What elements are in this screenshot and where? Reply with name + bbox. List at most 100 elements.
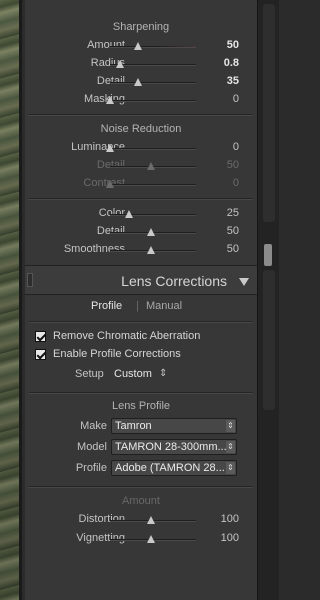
model-field-row: Model TAMRON 28-300mm... ⇕ bbox=[25, 439, 257, 457]
slider-value[interactable]: 0.8 bbox=[224, 57, 239, 69]
slider-track[interactable] bbox=[110, 42, 196, 50]
up-down-arrows-icon[interactable]: ⇕ bbox=[159, 368, 167, 379]
slider-track[interactable] bbox=[110, 535, 196, 543]
make-value: Tamron bbox=[115, 420, 152, 432]
slider-track[interactable] bbox=[110, 78, 196, 86]
scrollbar-track-lower bbox=[263, 270, 275, 410]
lens-corrections-header[interactable]: Lens Corrections bbox=[25, 265, 257, 295]
make-field-row: Make Tamron ⇕ bbox=[25, 418, 257, 436]
slider-label: Contrast bbox=[83, 177, 125, 189]
slider-value[interactable]: 100 bbox=[221, 532, 239, 544]
checkbox-label[interactable]: Remove Chromatic Aberration bbox=[53, 330, 200, 342]
slider-value[interactable]: 50 bbox=[227, 225, 239, 237]
scrollbar-thumb[interactable] bbox=[264, 244, 272, 266]
photo-preview-edge bbox=[0, 0, 22, 600]
slider-value[interactable]: 0 bbox=[233, 93, 239, 105]
check-icon[interactable] bbox=[35, 331, 46, 342]
slider-thumb[interactable] bbox=[147, 228, 156, 236]
up-down-arrows-icon[interactable]: ⇕ bbox=[226, 420, 235, 432]
slider-label: Detail bbox=[96, 75, 125, 87]
slider-track[interactable] bbox=[106, 96, 196, 104]
slider-thumb[interactable] bbox=[106, 144, 114, 152]
slider-value[interactable]: 100 bbox=[221, 513, 239, 525]
slider-row-color-detail[interactable]: Detail 50 bbox=[25, 225, 257, 239]
lens-corrections-title[interactable]: Lens Corrections bbox=[121, 273, 227, 289]
slider-label: Detail bbox=[96, 159, 125, 171]
panel-toggle-icon[interactable] bbox=[27, 273, 33, 287]
make-dropdown[interactable]: Tamron ⇕ bbox=[111, 418, 237, 434]
slider-thumb[interactable] bbox=[106, 96, 114, 104]
section-divider bbox=[29, 486, 253, 487]
tab-manual[interactable]: Manual bbox=[146, 300, 182, 312]
slider-label: Detail bbox=[96, 225, 125, 237]
slider-value: 0 bbox=[232, 177, 239, 189]
model-value: TAMRON 28-300mm... bbox=[115, 441, 227, 453]
slider-thumb[interactable] bbox=[134, 78, 143, 86]
check-icon[interactable] bbox=[35, 349, 46, 360]
slider-label: Masking bbox=[84, 93, 125, 105]
model-dropdown[interactable]: TAMRON 28-300mm... ⇕ bbox=[111, 439, 237, 455]
slider-thumb[interactable] bbox=[147, 516, 156, 524]
amount-title: Amount bbox=[122, 495, 160, 507]
section-divider bbox=[29, 321, 253, 322]
checkbox-label[interactable]: Enable Profile Corrections bbox=[53, 348, 181, 360]
slider-thumb[interactable] bbox=[133, 42, 142, 50]
section-divider bbox=[29, 392, 253, 393]
slider-value[interactable]: 25 bbox=[227, 207, 239, 219]
slider-row-luminance[interactable]: Luminance 0 bbox=[25, 141, 257, 155]
tab-separator: | bbox=[136, 300, 139, 312]
slider-row-radius[interactable]: Radius 0.8 bbox=[25, 57, 257, 71]
slider-track[interactable] bbox=[110, 60, 196, 68]
profile-label: Profile bbox=[75, 462, 107, 474]
slider-row-vignetting[interactable]: Vignetting 100 bbox=[25, 532, 257, 546]
slider-label: Vignetting bbox=[76, 532, 125, 544]
slider-thumb[interactable] bbox=[147, 246, 156, 254]
slider-track[interactable] bbox=[106, 144, 196, 152]
up-down-arrows-icon[interactable]: ⇕ bbox=[226, 462, 235, 474]
slider-label: Color bbox=[98, 207, 125, 219]
slider-row-smoothness[interactable]: Smoothness 50 bbox=[25, 243, 257, 257]
slider-track bbox=[106, 180, 196, 188]
slider-row-masking[interactable]: Masking 0 bbox=[25, 93, 257, 107]
profile-dropdown[interactable]: Adobe (TAMRON 28... ⇕ bbox=[111, 460, 237, 476]
slider-thumb[interactable] bbox=[124, 210, 133, 218]
tab-profile[interactable]: Profile bbox=[91, 300, 122, 312]
slider-row-amount[interactable]: Amount 50 bbox=[25, 39, 257, 53]
lens-profile-title: Lens Profile bbox=[111, 400, 171, 412]
slider-value[interactable]: 35 bbox=[227, 75, 239, 87]
profile-value: Adobe (TAMRON 28... bbox=[115, 462, 225, 474]
slider-track[interactable] bbox=[110, 228, 196, 236]
up-down-arrows-icon[interactable]: ⇕ bbox=[226, 441, 235, 453]
setup-selector[interactable]: Setup Custom ⇕ bbox=[25, 368, 257, 384]
slider-row-luminance-contrast: Contrast 0 bbox=[25, 177, 257, 191]
sharpening-title: Sharpening bbox=[112, 21, 170, 33]
slider-track[interactable] bbox=[110, 210, 196, 218]
detail-and-lens-panel: Sharpening Amount 50 Radius 0.8 Detail 3… bbox=[25, 0, 257, 600]
slider-label: Smoothness bbox=[63, 243, 125, 255]
noise-reduction-title: Noise Reduction bbox=[100, 123, 182, 135]
slider-thumb bbox=[147, 162, 156, 170]
scrollbar-track-upper bbox=[263, 4, 275, 222]
lightroom-develop-panel: Sharpening Amount 50 Radius 0.8 Detail 3… bbox=[0, 0, 279, 600]
slider-row-luminance-detail: Detail 50 bbox=[25, 159, 257, 173]
setup-value[interactable]: Custom bbox=[114, 368, 152, 380]
slider-thumb[interactable] bbox=[116, 60, 125, 68]
section-divider bbox=[29, 114, 253, 115]
slider-row-color[interactable]: Color 25 bbox=[25, 207, 257, 221]
make-label: Make bbox=[80, 420, 107, 432]
slider-value[interactable]: 50 bbox=[227, 39, 239, 51]
triangle-down-icon[interactable] bbox=[239, 278, 249, 286]
section-divider bbox=[29, 198, 253, 199]
slider-track[interactable] bbox=[110, 246, 196, 254]
slider-label: Luminance bbox=[71, 141, 125, 153]
slider-row-distortion[interactable]: Distortion 100 bbox=[25, 513, 257, 527]
slider-value[interactable]: 50 bbox=[227, 243, 239, 255]
slider-label: Distortion bbox=[78, 513, 125, 525]
model-label: Model bbox=[77, 441, 107, 453]
lens-tabs: Profile | Manual bbox=[25, 300, 257, 316]
slider-track[interactable] bbox=[110, 516, 196, 524]
slider-thumb[interactable] bbox=[147, 535, 156, 543]
slider-value[interactable]: 0 bbox=[233, 141, 239, 153]
panel-scrollbar[interactable] bbox=[257, 0, 279, 600]
slider-row-detail[interactable]: Detail 35 bbox=[25, 75, 257, 89]
